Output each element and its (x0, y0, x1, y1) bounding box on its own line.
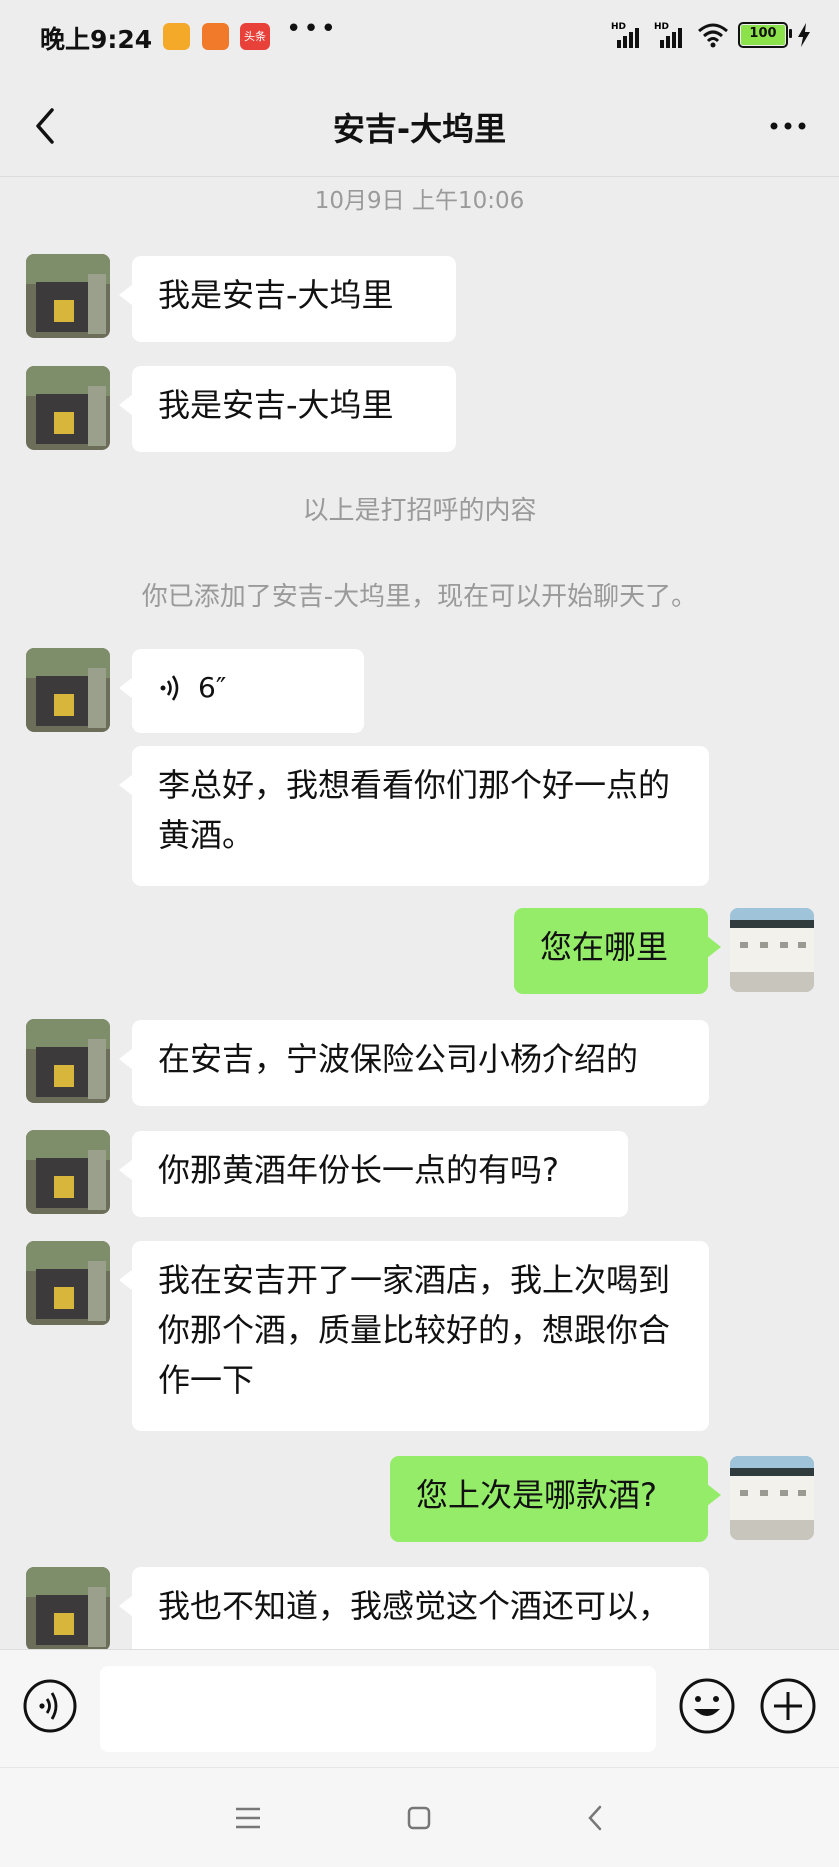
charging-icon (798, 23, 810, 47)
friend-added-note: 你已添加了安吉-大坞里，现在可以开始聊天了。 (141, 582, 698, 612)
notes-app-icon (163, 23, 190, 50)
message-bubble-incoming[interactable]: 在安吉，宁波保险公司小杨介绍的 (119, 1020, 709, 1106)
status-time: 晚上9:24 (40, 25, 153, 54)
voice-wave-icon (160, 675, 179, 701)
back-icon[interactable] (576, 1798, 616, 1838)
message-text: 李总好，我想看看你们那个好一点的黄酒。 (158, 766, 671, 854)
home-icon[interactable] (399, 1798, 439, 1838)
system-navigation-bar (0, 1767, 839, 1867)
message-list[interactable]: 10月9日 上午10:06 我是安吉-大坞里 我是安吉-大坞里 以上是打招呼的内… (0, 177, 839, 1649)
signal-hd-icon-2: HD (654, 22, 682, 48)
chat-title: 安吉-大坞里 (332, 110, 507, 148)
message-bubble-outgoing[interactable]: 您上次是哪款酒? (390, 1456, 721, 1542)
toutiao-app-icon: 头条 (240, 23, 270, 50)
message-text: 在安吉，宁波保险公司小杨介绍的 (158, 1040, 639, 1078)
svg-text:HD: HD (611, 22, 626, 32)
message-bubble-incoming[interactable]: 你那黄酒年份长一点的有吗? (119, 1131, 628, 1217)
message-bubble-outgoing[interactable]: 您在哪里 (514, 908, 721, 994)
signal-hd-icon: HD (611, 22, 639, 48)
contact-avatar[interactable] (26, 1567, 110, 1649)
message-bubble-incoming[interactable]: 我是安吉-大坞里 (119, 256, 456, 342)
message-text: 我在安吉开了一家酒店，我上次喝到你那个酒，质量比较好的，想跟你合作一下 (158, 1261, 671, 1399)
contact-avatar[interactable] (26, 648, 110, 732)
shopping-app-icon (202, 23, 229, 50)
overflow-notifications-icon: ••• (286, 14, 339, 44)
input-bar (0, 1649, 839, 1768)
my-avatar[interactable] (730, 908, 814, 992)
voice-input-icon[interactable] (22, 1678, 78, 1734)
message-text: 我也不知道，我感觉这个酒还可以， (158, 1587, 671, 1625)
message-text: 您上次是哪款酒? (416, 1476, 657, 1514)
contact-avatar[interactable] (26, 254, 110, 338)
contact-avatar[interactable] (26, 1241, 110, 1325)
battery-icon: 100 (738, 22, 792, 48)
status-bar: 晚上9:24 头条 ••• HD HD 100 (0, 0, 839, 76)
voice-duration: 6″ (198, 671, 227, 704)
menu-icon[interactable] (228, 1798, 268, 1838)
message-text: 我是安吉-大坞里 (158, 276, 394, 314)
message-input[interactable] (100, 1666, 656, 1752)
message-text: 你那黄酒年份长一点的有吗? (158, 1151, 559, 1189)
voice-message-bubble[interactable]: 6″ (119, 649, 364, 733)
message-text: 您在哪里 (540, 928, 669, 966)
contact-avatar[interactable] (26, 1019, 110, 1103)
more-dots-icon[interactable] (763, 104, 813, 148)
message-timestamp: 10月9日 上午10:06 (314, 188, 525, 214)
message-bubble-incoming[interactable]: 李总好，我想看看你们那个好一点的黄酒。 (119, 746, 709, 886)
chat-header: 安吉-大坞里 (0, 76, 839, 176)
message-bubble-incoming[interactable]: 我是安吉-大坞里 (119, 366, 456, 452)
battery-level: 100 (741, 25, 785, 45)
contact-avatar[interactable] (26, 1130, 110, 1214)
contact-avatar[interactable] (26, 366, 110, 450)
greeting-note: 以上是打招呼的内容 (302, 496, 537, 526)
plus-icon[interactable] (759, 1677, 817, 1735)
message-text: 我是安吉-大坞里 (158, 386, 394, 424)
message-bubble-incoming[interactable]: 我在安吉开了一家酒店，我上次喝到你那个酒，质量比较好的，想跟你合作一下 (119, 1241, 709, 1431)
message-bubble-incoming[interactable]: 我也不知道，我感觉这个酒还可以， (119, 1567, 709, 1649)
emoji-icon[interactable] (678, 1677, 736, 1735)
my-avatar[interactable] (730, 1456, 814, 1540)
wifi-icon (698, 23, 728, 48)
svg-text:HD: HD (654, 22, 669, 32)
